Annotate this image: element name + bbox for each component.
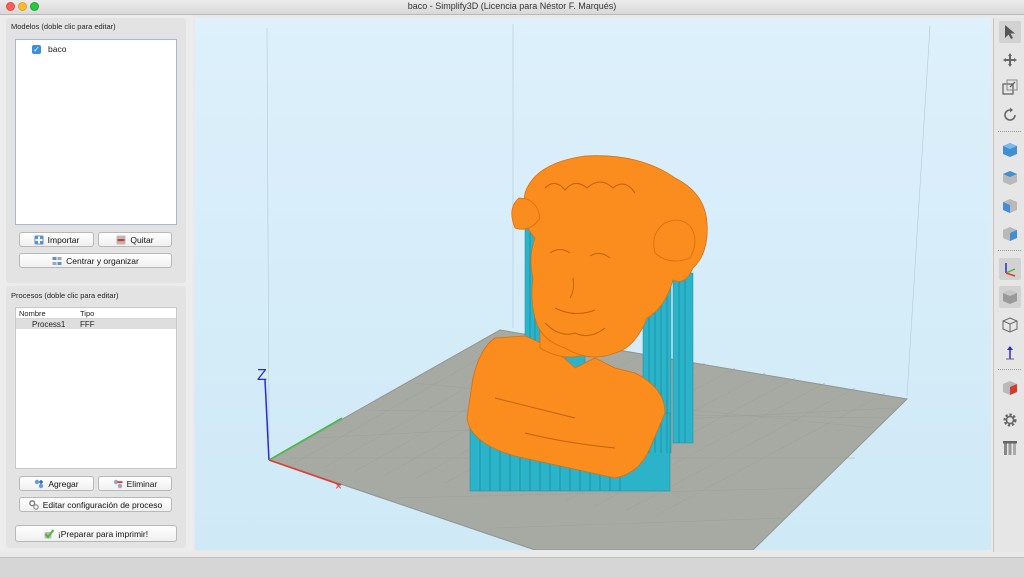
column-header-type: Tipo [80,309,95,318]
rotate-icon [1004,107,1016,121]
toolbar-separator [998,131,1021,132]
support-structures-button[interactable] [999,437,1021,459]
import-button[interactable]: Importar [19,232,94,247]
solid-cube-icon [1003,290,1017,304]
remove-icon [116,235,126,244]
select-tool[interactable] [999,21,1021,43]
import-icon [34,235,44,244]
scale-tool[interactable] [999,76,1021,98]
front-view-button[interactable] [999,195,1021,217]
wireframe-cube-icon [1002,317,1018,333]
right-toolbar [993,18,1024,552]
top-view-button[interactable] [999,167,1021,189]
title-bar: baco - Simplify3D (Licencia para Néstor … [0,0,1024,15]
view-default-icon [1003,143,1017,157]
edit-process-settings-button[interactable]: Editar configuración de proceso [19,497,172,512]
gears-icon [28,499,39,510]
x-axis-marker: × [335,479,342,493]
toolbar-separator [998,369,1021,370]
list-item[interactable]: ✓ baco [32,44,66,54]
delete-icon [113,479,123,488]
left-panel: Modelos (doble clic para editar) ✓ baco … [0,15,193,552]
axis-direction-button[interactable] [999,342,1021,364]
settings-button[interactable] [999,409,1021,431]
table-header: Nombre Tipo [16,308,176,319]
axes-icon [1005,263,1016,277]
add-process-button[interactable]: Agregar [19,476,94,491]
model-name: baco [48,44,67,54]
settings-gear-icon [1003,413,1017,427]
cross-section-button[interactable] [999,377,1021,399]
cross-section-icon [1003,381,1017,395]
supports-icon [1003,441,1017,455]
pointer-icon [1005,25,1015,39]
z-axis [264,379,270,461]
build-volume-edge [906,25,931,397]
axis-arrow-icon [1006,346,1014,360]
solid-view-button[interactable] [999,286,1021,308]
wireframe-view-button[interactable] [999,314,1021,336]
status-bar [0,557,1024,577]
build-volume-edge [266,27,270,439]
scale-icon [1002,79,1018,95]
view-top-icon [1003,171,1017,185]
3d-viewport[interactable]: Z × [195,18,991,550]
processes-label: Procesos (doble clic para editar) [11,291,119,300]
checkbox-checked-icon[interactable]: ✓ [32,44,41,54]
add-icon [35,479,44,488]
center-and-arrange-button[interactable]: Centrar y organizar [19,253,172,268]
delete-process-button[interactable]: Eliminar [98,476,172,491]
move-icon [1003,53,1017,67]
remove-button[interactable]: Quitar [98,232,172,247]
process-name: Process1 [32,320,66,329]
models-list[interactable]: ✓ baco [15,39,177,225]
arrange-icon [52,256,62,265]
z-axis-label: Z [257,367,267,384]
toolbar-separator [998,250,1021,251]
checkmark-icon [44,528,54,539]
prepare-to-print-button[interactable]: ¡Preparar para imprimir! [15,525,177,542]
move-tool[interactable] [999,49,1021,71]
view-side-icon [1003,227,1017,241]
rotate-tool[interactable] [999,104,1021,126]
scene-canvas[interactable]: Z × [195,18,991,550]
column-header-name: Nombre [19,309,46,318]
models-label: Modelos (doble clic para editar) [11,22,116,31]
table-row[interactable]: Process1 FFF [16,319,176,329]
default-view-button[interactable] [999,139,1021,161]
window-title: baco - Simplify3D (Licencia para Néstor … [407,1,617,11]
process-type: FFF [80,320,95,329]
toggle-axes-button[interactable] [999,258,1021,280]
view-front-icon [1003,199,1017,213]
processes-table[interactable]: Nombre Tipo Process1 FFF [15,307,177,469]
side-view-button[interactable] [999,223,1021,245]
